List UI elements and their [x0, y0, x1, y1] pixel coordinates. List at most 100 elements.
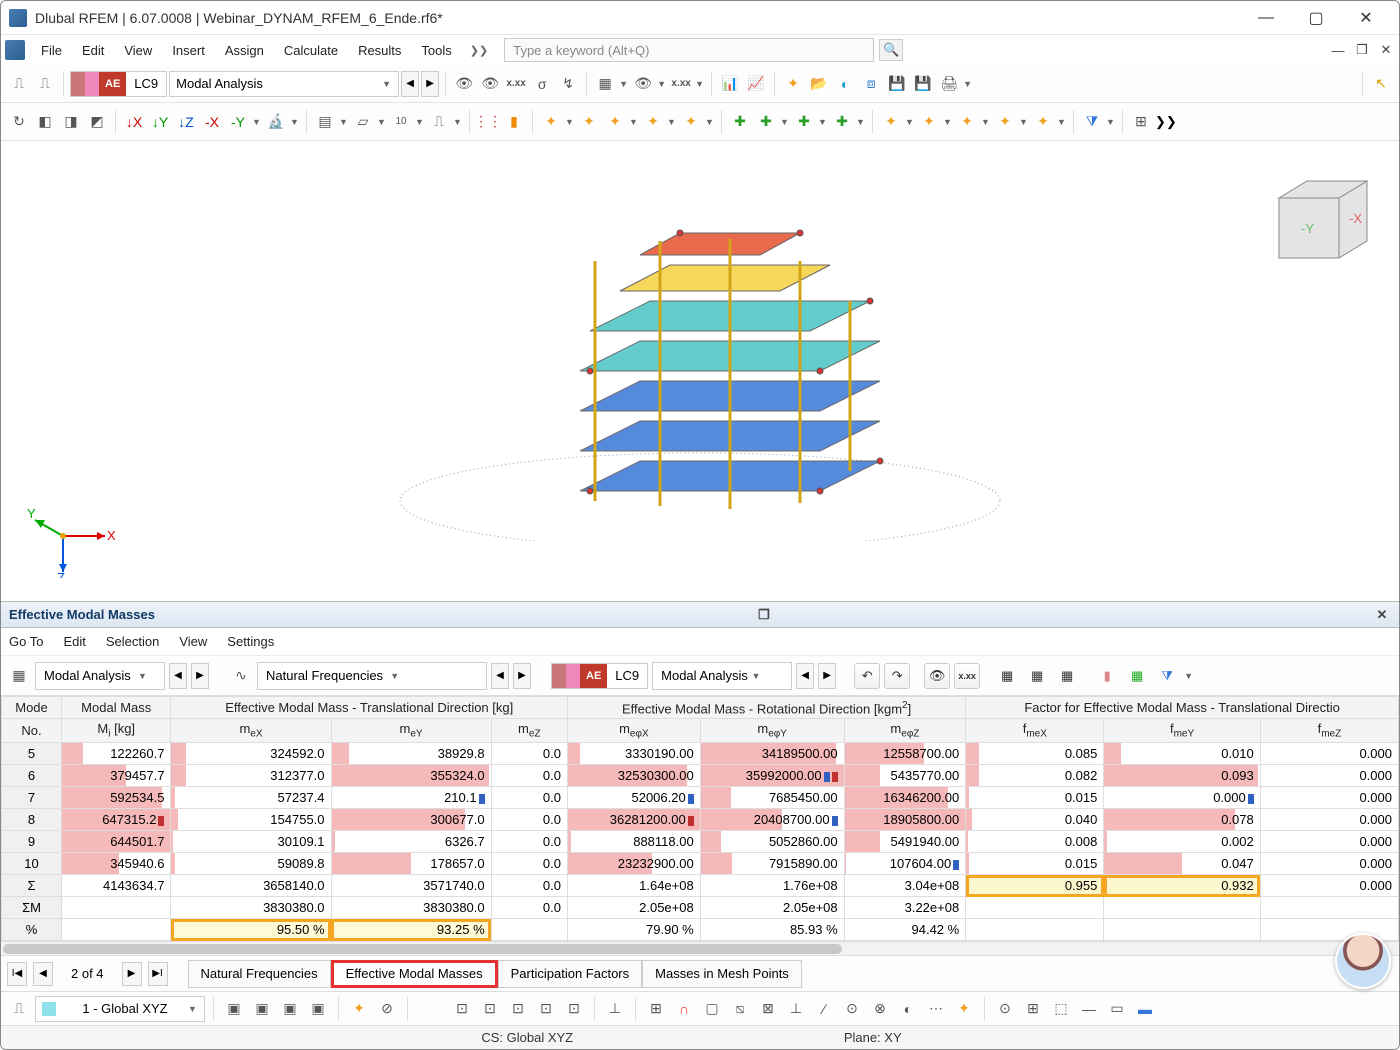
menu-insert[interactable]: Insert [162, 39, 215, 62]
panel-freq-icon[interactable]: ∿ [229, 664, 253, 688]
eye-icon[interactable]: 👁 [452, 72, 476, 96]
g2-icon[interactable]: ✦ [917, 110, 941, 134]
table-row[interactable]: 5 122260.7324592.038929.8 0.0 3330190.00… [2, 743, 1399, 765]
s5-icon[interactable]: ✦ [679, 110, 703, 134]
table-row[interactable]: 7 592534.557237.4210.1 0.0 52006.2076854… [2, 787, 1399, 809]
panel-menu-edit[interactable]: Edit [63, 634, 85, 649]
table-row-pct[interactable]: % 95.50 %93.25 % 79.90 %85.93 %94.42 % [2, 919, 1399, 941]
snap3-icon[interactable]: ⊡ [506, 997, 530, 1021]
panel-sel2-next[interactable]: ▶ [513, 663, 531, 689]
table-row[interactable]: 10 345940.659089.8178657.0 0.0 23232900.… [2, 853, 1399, 875]
saveall-icon[interactable]: 💾 [911, 72, 935, 96]
menu-results[interactable]: Results [348, 39, 411, 62]
panel-undock-icon[interactable]: ❐ [755, 607, 773, 623]
chart2-icon[interactable]: 📈 [744, 72, 768, 96]
tab-prev[interactable]: ◀ [33, 962, 53, 986]
menu-calculate[interactable]: Calculate [274, 39, 348, 62]
os7-icon[interactable]: ⊙ [840, 997, 864, 1021]
tab-next[interactable]: ▶ [122, 962, 142, 986]
pt-t3-icon[interactable]: ▦ [1054, 663, 1080, 689]
pt-filter-icon[interactable]: ⧩ [1154, 663, 1180, 689]
filter-icon[interactable]: ⧩ [1080, 110, 1104, 134]
loadcase-next[interactable]: ▶ [421, 71, 439, 97]
g-box-icon[interactable]: ▭ [1105, 997, 1129, 1021]
maximize-button[interactable]: ▢ [1291, 1, 1341, 35]
window-restore-icon[interactable]: ❐ [1353, 41, 1371, 59]
pt-undo-icon[interactable]: ↶ [854, 663, 880, 689]
plane-icon[interactable]: ▱ [351, 110, 375, 134]
block-icon[interactable]: ⧈ [859, 72, 883, 96]
g5-icon[interactable]: ✦ [1031, 110, 1055, 134]
table-row[interactable]: 6 379457.7312377.0355324.0 0.0 32530300.… [2, 765, 1399, 787]
table-hscroll[interactable] [1, 941, 1399, 955]
print-icon[interactable]: 🖨 [937, 72, 961, 96]
table-row[interactable]: 8 647315.2154755.0300677.0 0.0 36281200.… [2, 809, 1399, 831]
cube2-icon[interactable]: ◨ [59, 110, 83, 134]
nav-cube[interactable]: -X -Y [1249, 153, 1379, 283]
s2-icon[interactable]: ✦ [577, 110, 601, 134]
microscope-icon[interactable]: 🔬 [264, 110, 288, 134]
menu-edit[interactable]: Edit [72, 39, 114, 62]
p3-icon[interactable]: ✚ [792, 110, 816, 134]
window-minimize-icon[interactable]: — [1329, 41, 1347, 59]
snap1-icon[interactable]: ⊡ [450, 997, 474, 1021]
ts-stop-icon[interactable]: ⊘ [375, 997, 399, 1021]
s4-icon[interactable]: ✦ [641, 110, 665, 134]
panel-close-icon[interactable]: ✕ [1373, 607, 1391, 623]
ts3-icon[interactable]: ▣ [278, 997, 302, 1021]
table-row-sigma[interactable]: Σ4143634.73658140.03571740.00.0 1.64e+08… [2, 875, 1399, 897]
xxx-icon[interactable]: x.xx [669, 72, 693, 96]
panel-lc-next[interactable]: ▶ [818, 663, 836, 689]
panel-loadcase-box[interactable]: AE LC9 [551, 663, 648, 689]
panel-loadcase-select[interactable]: Modal Analysis ▼ [652, 662, 792, 690]
axis-z-icon[interactable]: ↓Z [174, 110, 198, 134]
pt-t2-icon[interactable]: ▦ [1024, 663, 1050, 689]
menu-view[interactable]: View [114, 39, 162, 62]
pt-c1-icon[interactable]: ▮ [1094, 663, 1120, 689]
eye2-icon[interactable]: 👁 [478, 72, 502, 96]
snap4-icon[interactable]: ⊡ [534, 997, 558, 1021]
cursor-icon[interactable]: ↖ [1369, 72, 1393, 96]
os5-icon[interactable]: ⊥ [784, 997, 808, 1021]
axis-mx-icon[interactable]: -X [200, 110, 224, 134]
panel-lc-prev[interactable]: ◀ [796, 663, 814, 689]
menu-assign[interactable]: Assign [215, 39, 274, 62]
panel-menu-selection[interactable]: Selection [106, 634, 159, 649]
panel-select-analysis[interactable]: Modal Analysis ▼ [35, 662, 165, 690]
os9-icon[interactable]: ◐ [896, 997, 920, 1021]
chart-icon[interactable]: 📊 [718, 72, 742, 96]
panel-select-freq[interactable]: Natural Frequencies ▼ [257, 662, 487, 690]
deform-icon[interactable]: ↯ [556, 72, 580, 96]
g-last-icon[interactable]: ▬ [1133, 997, 1157, 1021]
g4-icon[interactable]: ✦ [993, 110, 1017, 134]
sigma-icon[interactable]: σ [530, 72, 554, 96]
g-sel-icon[interactable]: ⬚ [1049, 997, 1073, 1021]
ruler-icon[interactable]: 10 [389, 110, 413, 134]
panel-sel2-prev[interactable]: ◀ [491, 663, 509, 689]
tab-first[interactable]: I◀ [7, 962, 27, 986]
os10-icon[interactable]: ⋯ [924, 997, 948, 1021]
snap5-icon[interactable]: ⊡ [562, 997, 586, 1021]
table-row-sigmam[interactable]: ΣM3830380.03830380.00.0 2.05e+082.05e+08… [2, 897, 1399, 919]
cs-icon[interactable]: ⎍ [7, 997, 31, 1021]
menu-file[interactable]: File [31, 39, 72, 62]
axis-my-icon[interactable]: -Y [226, 110, 250, 134]
pt-eye-icon[interactable]: 👁 [924, 663, 950, 689]
p2-icon[interactable]: ✚ [754, 110, 778, 134]
os1-icon[interactable]: ⊞ [644, 997, 668, 1021]
ts1-icon[interactable]: ▣ [222, 997, 246, 1021]
mesh-icon[interactable]: ⋮⋮ [476, 110, 500, 134]
search-input[interactable]: Type a keyword (Alt+Q) 🔍 [504, 38, 874, 62]
os3-icon[interactable]: ⧅ [728, 997, 752, 1021]
coord-system-select[interactable]: 1 - Global XYZ▼ [35, 996, 205, 1022]
close-button[interactable]: ✕ [1341, 1, 1391, 35]
pt-excel-icon[interactable]: ▦ [1124, 663, 1150, 689]
os2-icon[interactable]: ▢ [700, 997, 724, 1021]
os8-icon[interactable]: ⊗ [868, 997, 892, 1021]
g3-icon[interactable]: ✦ [955, 110, 979, 134]
panel-menu-view[interactable]: View [179, 634, 207, 649]
p4-icon[interactable]: ✚ [830, 110, 854, 134]
panel-sel1-prev[interactable]: ◀ [169, 663, 187, 689]
snap2-icon[interactable]: ⊡ [478, 997, 502, 1021]
save-icon[interactable]: 💾 [885, 72, 909, 96]
